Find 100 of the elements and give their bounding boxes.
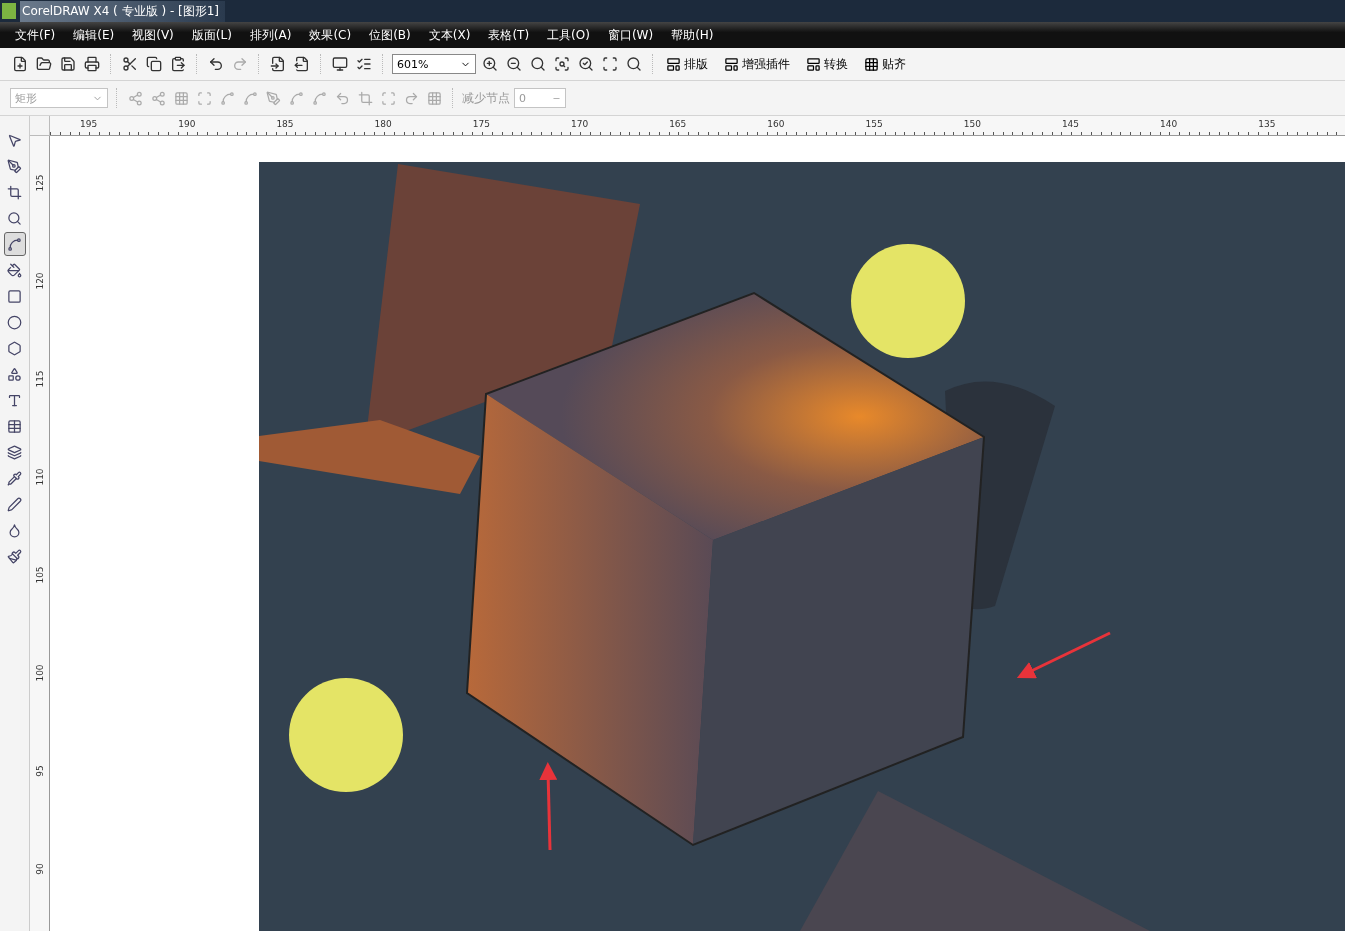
- table-icon: [7, 418, 22, 434]
- toolbar-button[interactable]: 转换: [802, 53, 856, 75]
- menu-item[interactable]: 排列(A): [240, 26, 301, 44]
- node-tool[interactable]: [3, 232, 26, 256]
- menu-item[interactable]: 文本(X): [419, 26, 480, 44]
- magnifier-icon: [626, 56, 642, 72]
- launcher-button[interactable]: [330, 54, 350, 74]
- ruler-label: 165: [669, 118, 688, 131]
- node-edit-icon: [243, 90, 258, 106]
- toolbar-button[interactable]: 增强插件: [720, 53, 798, 75]
- save-button[interactable]: [58, 54, 78, 74]
- menu-item[interactable]: 窗口(W): [598, 26, 663, 44]
- magnifier-icon: [602, 56, 618, 72]
- zoom-icon: [7, 210, 22, 226]
- ruler-label: 145: [1061, 118, 1081, 131]
- copy-icon: [146, 56, 162, 72]
- print-button[interactable]: [82, 54, 102, 74]
- rect-icon: [7, 288, 22, 304]
- menu-item[interactable]: 编辑(E): [64, 26, 124, 44]
- save-icon: [60, 56, 76, 72]
- ruler-label: 180: [374, 118, 393, 131]
- crop-icon: [7, 184, 22, 200]
- magnifier-icon: [506, 56, 522, 72]
- magnifier-icon: [482, 56, 498, 72]
- print-icon: [84, 56, 100, 72]
- ruler-label: 90: [34, 863, 45, 875]
- menu-item[interactable]: 工具(O): [538, 26, 599, 44]
- fill-smart-icon: [7, 262, 22, 278]
- node-edit-icon: [220, 90, 235, 106]
- magnifier-icon: [554, 56, 570, 72]
- ruler-label: 95: [34, 765, 45, 777]
- node-edit-icon: [427, 90, 442, 106]
- ruler-label: 160: [767, 118, 786, 131]
- menu-item[interactable]: 文件(F): [6, 26, 65, 44]
- node-edit-icon: [128, 90, 143, 106]
- zoom-all-button[interactable]: [552, 54, 572, 74]
- app-logo-icon: [2, 3, 16, 19]
- import-icon: [270, 56, 286, 72]
- menu-item[interactable]: 视图(V): [123, 26, 183, 44]
- ruler-label: 125: [34, 174, 45, 192]
- zoom-width-button[interactable]: [600, 54, 620, 74]
- layout-icon: [666, 56, 681, 72]
- node-edit-icon: [358, 90, 373, 106]
- ruler-label: 170: [570, 118, 590, 131]
- layout-icon: [806, 56, 821, 72]
- outline-icon: [7, 496, 22, 512]
- magnifier-icon: [530, 56, 546, 72]
- ruler-label: 110: [34, 468, 45, 486]
- menu-item[interactable]: 版面(L): [182, 26, 241, 44]
- pick-icon: [7, 132, 22, 148]
- arrow-icon: [1016, 631, 1111, 679]
- text-icon: [7, 392, 22, 408]
- fill-icon: [7, 522, 22, 538]
- magnifier-icon: [578, 56, 594, 72]
- redo-icon: [232, 56, 248, 72]
- node-edit-icon: [312, 90, 327, 106]
- paste-icon: [170, 56, 186, 72]
- node-edit-icon: [151, 90, 166, 106]
- node-edit-icon: [174, 90, 189, 106]
- node-edit-icon: [197, 90, 212, 106]
- ruler-label: 105: [34, 566, 45, 584]
- node-edit-icon: [335, 90, 350, 106]
- window-title: CorelDRAW X4 ( 专业版 ) - [图形1]: [20, 0, 226, 22]
- ruler-label: 195: [80, 118, 99, 131]
- copy-button[interactable]: [144, 54, 164, 74]
- launcher-icon: [332, 56, 348, 72]
- open-icon: [36, 56, 52, 72]
- node-edit-icon: [266, 90, 281, 106]
- cut-icon: [122, 56, 138, 72]
- undo-icon: [208, 56, 224, 72]
- options-icon: [356, 56, 372, 72]
- node-edit-icon: [404, 90, 419, 106]
- shapes-icon: [7, 366, 22, 382]
- freehand-icon: [7, 158, 22, 174]
- ruler-label: 135: [1258, 118, 1277, 131]
- arrow-icon: [539, 762, 558, 851]
- ruler-label: 100: [34, 664, 45, 682]
- menu-item[interactable]: 位图(B): [360, 26, 420, 44]
- ruler-label: 175: [472, 118, 491, 131]
- node-edit-icon: [289, 90, 304, 106]
- ellipse-icon: [7, 314, 22, 330]
- ruler-label: 115: [34, 370, 45, 388]
- toolbar-button[interactable]: 排版: [662, 53, 716, 75]
- export-icon: [294, 56, 310, 72]
- ruler-label: 155: [865, 118, 884, 131]
- menu-item[interactable]: 效果(C): [300, 26, 361, 44]
- ruler-label: 120: [34, 272, 45, 290]
- ruler-label: 150: [963, 118, 982, 131]
- blend-icon: [7, 444, 22, 460]
- menu-item[interactable]: 表格(T): [479, 26, 539, 44]
- interactive-fill-icon: [7, 548, 22, 564]
- zoom-level-dropdown[interactable]: 601%: [392, 54, 476, 74]
- ruler-label: 140: [1160, 118, 1179, 131]
- new-icon: [12, 56, 28, 72]
- layout-icon: [724, 56, 739, 72]
- polygon-icon: [7, 340, 22, 356]
- eyedropper-icon: [7, 470, 22, 486]
- menu-item[interactable]: 帮助(H): [662, 26, 723, 44]
- ruler-label: 185: [276, 118, 295, 131]
- toolbar-button[interactable]: 贴齐: [860, 53, 914, 75]
